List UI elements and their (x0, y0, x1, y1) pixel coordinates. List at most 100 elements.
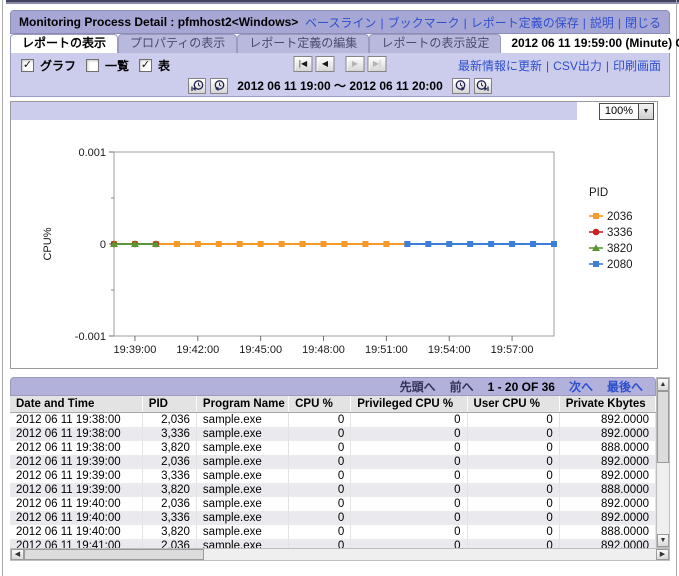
vertical-scroll-track[interactable] (657, 463, 669, 534)
scroll-up-icon[interactable]: ▲ (657, 378, 669, 391)
table-cell: 2,036 (142, 413, 196, 428)
page-prev-button[interactable]: ◀ (316, 56, 335, 72)
checkbox-0[interactable]: ✓ (21, 59, 34, 72)
table-cell: 3,820 (142, 441, 196, 455)
table-row: 2012 06 11 19:40:003,336sample.exe000892… (10, 511, 656, 525)
range-next-button[interactable] (452, 78, 470, 94)
svg-text:3820: 3820 (607, 243, 633, 255)
header-link-3[interactable]: 説明 (590, 16, 614, 30)
page-nav-buttons: |◀◀▶▶| (294, 56, 387, 72)
column-header-2[interactable]: Program Name (196, 396, 288, 413)
window-frame-left (2, 0, 3, 576)
zoom-level-value: 100% (600, 105, 638, 117)
zoom-area: 100% ▼ (577, 102, 657, 120)
table-cell: 0 (351, 483, 467, 497)
header-link-4[interactable]: 閉じる (625, 16, 661, 30)
table-cell: 0 (467, 539, 559, 548)
table-cell: 2,036 (142, 539, 196, 548)
vertical-scrollbar[interactable]: ▲ ▼ (656, 377, 670, 548)
range-first-button[interactable] (188, 78, 206, 94)
range-prev-button[interactable] (210, 78, 228, 94)
table-cell: sample.exe (196, 539, 288, 548)
table-cell: 888.0000 (559, 483, 655, 497)
checkbox-label-2: 表 (158, 57, 170, 74)
column-header-1[interactable]: PID (142, 396, 196, 413)
table-cell: 0 (467, 511, 559, 525)
table-cell: 0 (467, 441, 559, 455)
toolbar-link-0[interactable]: 最新情報に更新 (458, 59, 542, 73)
tab-property-view[interactable]: プロパティの表示 (118, 34, 237, 53)
horizontal-scroll-track[interactable] (204, 549, 656, 560)
horizontal-scroll-thumb[interactable] (24, 549, 204, 560)
table-cell: 0 (467, 497, 559, 511)
column-header-6[interactable]: Private Kbytes (559, 396, 655, 413)
column-header-5[interactable]: User CPU % (467, 396, 559, 413)
table-cell: 0 (467, 469, 559, 483)
pagination-bar: 先頭へ前へ1 - 20 OF 36次へ最後へ (10, 377, 656, 396)
table-cell: sample.exe (196, 413, 288, 428)
tab-report-display-settings[interactable]: レポートの表示設定 (369, 34, 501, 53)
table-cell: 0 (467, 525, 559, 539)
vertical-scroll-thumb[interactable] (657, 391, 669, 463)
svg-text:3336: 3336 (607, 227, 633, 239)
tab-report-definition-edit[interactable]: レポート定義の編集 (237, 34, 369, 53)
window-frame-right (676, 0, 677, 576)
table-cell: 2012 06 11 19:40:00 (10, 497, 142, 511)
header-link-0[interactable]: ベースライン (305, 16, 376, 30)
cpu-percent-chart: 0.0010-0.00119:39:0019:42:0019:45:0019:4… (11, 120, 657, 368)
table-cell: 2012 06 11 19:38:00 (10, 427, 142, 441)
page-next-button: ▶ (346, 56, 365, 72)
pagination-next[interactable]: 次へ (569, 378, 593, 395)
toolbar-row-1: ✓グラフ一覧✓表 |◀◀▶▶| 最新情報に更新|CSV出力|印刷画面 (11, 53, 669, 76)
table-cell: 888.0000 (559, 525, 655, 539)
report-window: Monitoring Process Detail : pfmhost2<Win… (10, 10, 670, 570)
zoom-level-select[interactable]: 100% ▼ (599, 103, 654, 120)
scroll-left-icon[interactable]: ◀ (11, 549, 24, 560)
table-cell: 892.0000 (559, 427, 655, 441)
tab-report-view[interactable]: レポートの表示 (10, 34, 118, 53)
clock-jump-forward-icon (476, 80, 489, 92)
link-separator: | (606, 59, 609, 73)
table-cell: 0 (289, 455, 351, 469)
scroll-down-icon[interactable]: ▼ (657, 534, 669, 547)
table-cell: 2012 06 11 19:38:00 (10, 413, 142, 428)
pagination-range: 1 - 20 OF 36 (488, 380, 555, 394)
scroll-right-icon[interactable]: ▶ (656, 549, 669, 560)
title-bar: Monitoring Process Detail : pfmhost2<Win… (10, 10, 670, 34)
range-last-button[interactable] (474, 78, 492, 94)
table-row: 2012 06 11 19:39:002,036sample.exe000892… (10, 455, 656, 469)
table-cell: 2012 06 11 19:39:00 (10, 469, 142, 483)
column-header-4[interactable]: Privileged CPU % (351, 396, 467, 413)
table-panel: 先頭へ前へ1 - 20 OF 36次へ最後へ Date and TimePIDP… (10, 377, 670, 561)
table-cell: 0 (289, 497, 351, 511)
toolbar-link-1[interactable]: CSV出力 (553, 59, 602, 73)
chart-topbar-fill (11, 102, 577, 120)
chevron-down-icon[interactable]: ▼ (638, 104, 653, 119)
header-links: ベースライン|ブックマーク|レポート定義の保存|説明|閉じる (305, 14, 661, 31)
column-header-0[interactable]: Date and Time (10, 396, 142, 413)
pagination-last[interactable]: 最後へ (607, 378, 643, 395)
table-cell: 2012 06 11 19:40:00 (10, 511, 142, 525)
header-link-2[interactable]: レポート定義の保存 (471, 16, 579, 30)
svg-text:2080: 2080 (607, 259, 633, 271)
table-cell: 0 (289, 469, 351, 483)
table-cell: 892.0000 (559, 497, 655, 511)
page-first-button[interactable]: |◀ (294, 56, 313, 72)
header-link-1[interactable]: ブックマーク (388, 16, 460, 30)
checkbox-2[interactable]: ✓ (139, 59, 152, 72)
checkbox-label-0: グラフ (40, 57, 76, 74)
svg-text:19:42:00: 19:42:00 (176, 344, 219, 356)
table-cell: 2012 06 11 19:39:00 (10, 455, 142, 469)
table-header-row: Date and TimePIDProgram NameCPU %Privile… (10, 396, 656, 413)
horizontal-scrollbar[interactable]: ◀ ▶ (10, 548, 670, 561)
column-header-3[interactable]: CPU % (289, 396, 351, 413)
table-cell: 892.0000 (559, 469, 655, 483)
checkbox-1[interactable] (86, 59, 99, 72)
table-cell: 892.0000 (559, 413, 655, 428)
table-cell: 0 (289, 413, 351, 428)
table-row: 2012 06 11 19:38:003,336sample.exe000892… (10, 427, 656, 441)
time-range-text: 2012 06 11 19:00 ～ 2012 06 11 20:00 (237, 77, 443, 94)
table-cell: 3,336 (142, 511, 196, 525)
toolbar-link-2[interactable]: 印刷画面 (613, 59, 661, 73)
table-cell: sample.exe (196, 497, 288, 511)
